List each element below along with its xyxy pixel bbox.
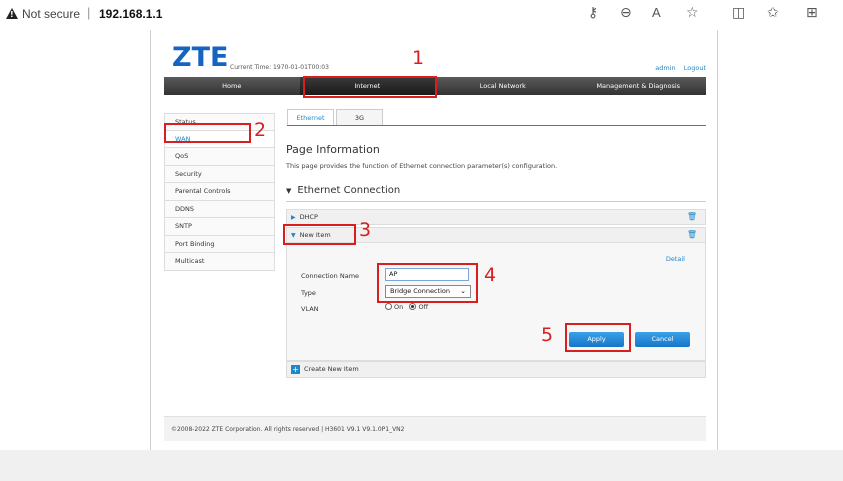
sidebar-item-security[interactable]: Security [164,165,275,183]
logout-link[interactable]: Logout [684,64,706,72]
annotation-number-3: 3 [359,219,372,241]
annotation-number-1: 1 [412,47,425,69]
favorite-star-icon[interactable]: ☆ [686,6,699,20]
key-icon[interactable]: ⚷ [588,6,598,20]
nav-local-network[interactable]: Local Network [435,77,571,95]
split-screen-icon[interactable]: ◫ [732,6,745,20]
current-time: Current Time: 1970-01-01T00:03 [230,64,329,71]
annotation-box-5 [565,323,631,352]
page-bottom-background [0,450,843,481]
user-name: admin [655,64,676,72]
cancel-button[interactable]: Cancel [635,332,690,347]
ethernet-section-label: Ethernet Connection [297,185,401,196]
row-label: DHCP [299,213,318,221]
annotation-box-4 [377,263,478,303]
collections-icon[interactable]: ⊞ [806,6,818,20]
vlan-radio-group: On Off [385,303,428,311]
favorites-list-icon[interactable]: ✩ [767,6,779,20]
collapse-triangle-icon: ▼ [286,187,292,195]
ethernet-section-title[interactable]: ▼ Ethernet Connection [286,185,400,196]
tab-3g[interactable]: 3G [336,109,383,126]
page-title: Page Information [286,143,380,156]
zte-logo: ZTE [172,42,229,73]
tab-underline [287,125,706,126]
vlan-on-radio[interactable] [385,303,392,310]
expand-arrow-icon: ▶ [291,214,296,221]
section-divider [286,201,706,202]
nav-home[interactable]: Home [164,77,300,95]
warning-icon[interactable] [6,8,18,19]
browser-address-bar: Not secure | 192.168.1.1 ⚷ ⊖ A ☆ ◫ ✩ ⊞ [0,0,843,30]
vlan-on-label: On [394,303,404,311]
annotation-number-5: 5 [541,324,554,346]
annotation-box-2 [164,123,251,143]
vlan-label: VLAN [301,305,319,313]
url-field[interactable]: 192.168.1.1 [99,7,162,21]
zoom-icon[interactable]: ⊖ [620,6,632,20]
page-description: This page provides the function of Ether… [286,162,558,170]
annotation-box-3 [283,224,356,245]
sidebar-item-ddns[interactable]: DDNS [164,200,275,218]
vlan-off-radio[interactable] [409,303,417,310]
annotation-number-4: 4 [484,264,497,286]
connection-row-dhcp[interactable]: ▶ DHCP 🗑 [286,209,706,225]
tab-bar: Ethernet 3G [287,109,385,126]
nav-management-diagnosis[interactable]: Management & Diagnosis [571,77,707,95]
type-label: Type [301,289,316,297]
create-new-item-label: Create New Item [304,365,359,373]
sidebar-item-parental-controls[interactable]: Parental Controls [164,183,275,201]
annotation-number-2: 2 [254,119,267,141]
delete-icon[interactable]: 🗑 [687,228,697,242]
detail-link[interactable]: Detail [666,255,685,263]
connection-name-label: Connection Name [301,272,360,280]
sidebar-item-multicast[interactable]: Multicast [164,253,275,271]
create-new-item-row[interactable]: + Create New Item [286,361,706,378]
tab-ethernet[interactable]: Ethernet [287,109,334,126]
annotation-box-1 [303,76,437,98]
read-aloud-icon[interactable]: A [652,6,661,19]
user-area: admin Logout [649,64,706,72]
footer: ©2008-2022 ZTE Corporation. All rights r… [164,416,706,441]
plus-icon: + [291,365,300,374]
url-separator: | [87,5,91,20]
security-label[interactable]: Not secure [22,7,80,21]
sidebar-item-qos[interactable]: QoS [164,148,275,166]
sidebar-item-sntp[interactable]: SNTP [164,218,275,236]
vlan-off-label: Off [418,303,429,311]
sidebar-item-port-binding[interactable]: Port Binding [164,235,275,253]
delete-icon[interactable]: 🗑 [687,210,697,224]
